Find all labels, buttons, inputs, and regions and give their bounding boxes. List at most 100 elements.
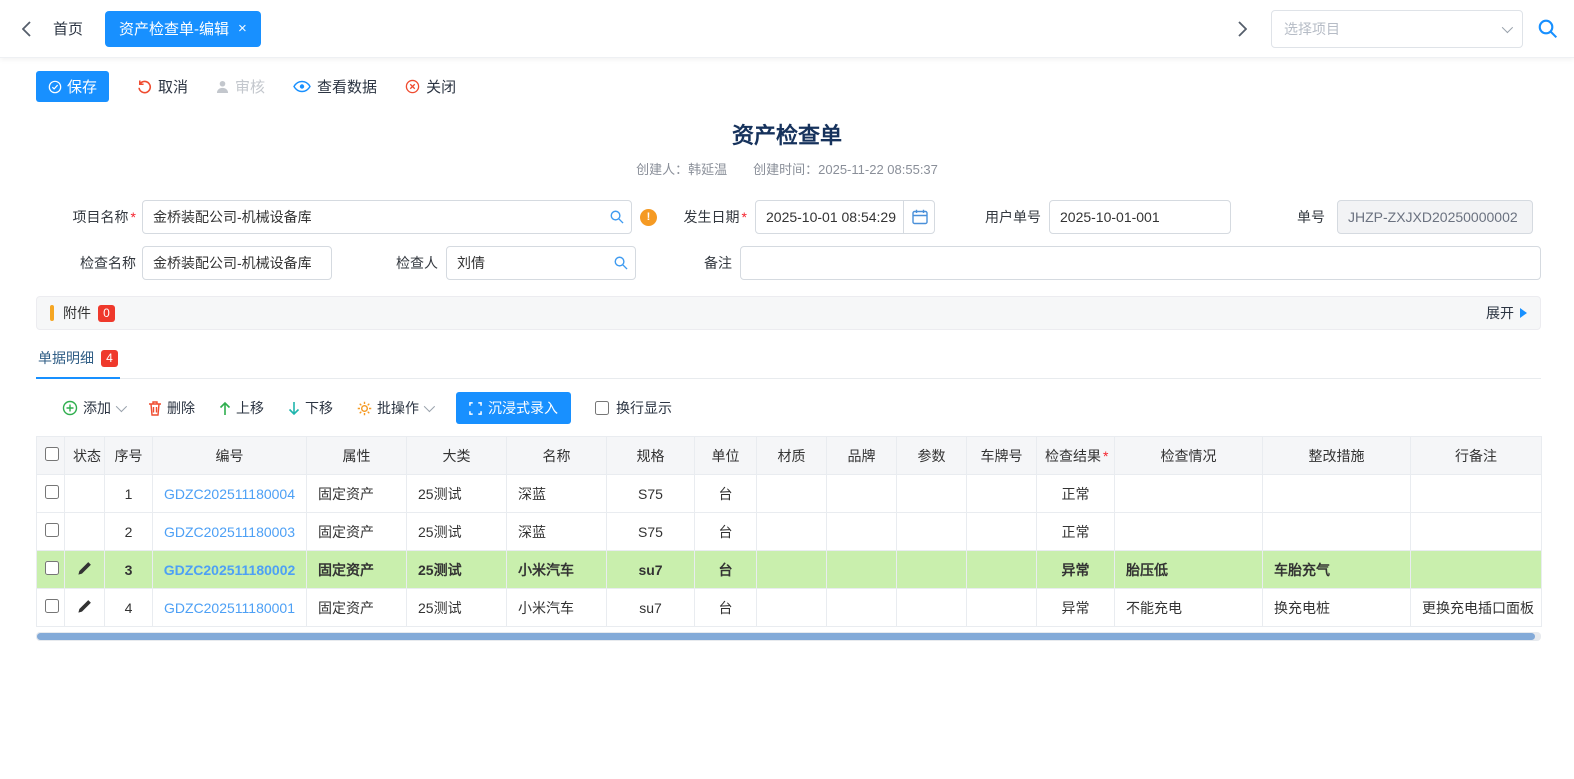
global-search-icon[interactable]: [1537, 18, 1558, 39]
close-button[interactable]: 关闭: [405, 76, 456, 97]
tabs-scroll-right-icon[interactable]: [1232, 17, 1253, 41]
spec-cell: su7: [607, 551, 695, 589]
move-down-button[interactable]: 下移: [288, 398, 333, 418]
project-name-input[interactable]: [142, 200, 632, 234]
immersive-entry-button[interactable]: 沉浸式录入: [456, 392, 571, 424]
material-cell: [757, 475, 827, 513]
form-row-2: 检查名称 检查人 备注: [36, 246, 1541, 280]
arrow-up-icon: [219, 401, 231, 416]
wrap-display-toggle[interactable]: 换行显示: [595, 398, 672, 418]
chevron-down-icon: [424, 401, 435, 412]
person-icon: [216, 80, 229, 94]
code-link[interactable]: GDZC202511180004: [164, 486, 295, 502]
check-name-label: 检查名称: [36, 253, 136, 273]
fullscreen-corners-icon: [469, 402, 482, 415]
col-category: 大类: [407, 437, 507, 475]
code-link[interactable]: GDZC202511180003: [164, 524, 295, 540]
detail-tab-label: 单据明细: [38, 348, 94, 368]
scrollbar-thumb[interactable]: [37, 633, 1535, 640]
code-link[interactable]: GDZC202511180001: [164, 600, 295, 616]
col-spec: 规格: [607, 437, 695, 475]
edit-pencil-icon[interactable]: [77, 599, 92, 614]
row-checkbox[interactable]: [45, 599, 59, 613]
close-circle-icon: [405, 79, 420, 94]
row-checkbox[interactable]: [45, 523, 59, 537]
topbar: 首页 资产检查单-编辑 × 选择项目: [0, 0, 1574, 58]
brand-cell: [827, 475, 897, 513]
move-up-button[interactable]: 上移: [219, 398, 264, 418]
delete-button[interactable]: 删除: [148, 398, 195, 418]
close-label: 关闭: [426, 76, 456, 97]
page-title: 资产检查单: [0, 118, 1574, 150]
col-seq: 序号: [105, 437, 153, 475]
row-remark-cell: [1411, 513, 1542, 551]
attachment-count-badge: 0: [98, 305, 115, 322]
material-cell: [757, 513, 827, 551]
col-situation: 检查情况: [1115, 437, 1263, 475]
result-cell: 正常: [1037, 513, 1115, 551]
situation-cell: 胎压低: [1115, 551, 1263, 589]
seq-cell: 1: [105, 475, 153, 513]
check-name-input[interactable]: [142, 246, 332, 280]
checker-input[interactable]: [446, 246, 636, 280]
checker-label: 检查人: [366, 253, 438, 273]
warning-icon[interactable]: [640, 209, 657, 226]
result-cell: 正常: [1037, 475, 1115, 513]
brand-cell: [827, 551, 897, 589]
tab-home[interactable]: 首页: [53, 18, 83, 39]
col-unit: 单位: [695, 437, 757, 475]
brand-cell: [827, 513, 897, 551]
created-value: 2025-11-22 08:55:37: [818, 162, 938, 177]
status-cell: [65, 551, 105, 589]
wrap-display-checkbox[interactable]: [595, 401, 609, 415]
measure-cell: [1263, 475, 1411, 513]
param-cell: [897, 551, 967, 589]
save-button[interactable]: 保存: [36, 71, 109, 102]
select-all-checkbox[interactable]: [45, 447, 59, 461]
result-cell: 异常: [1037, 589, 1115, 627]
add-button[interactable]: 添加: [62, 398, 124, 418]
batch-operation-button[interactable]: 批操作: [357, 398, 432, 418]
view-data-label: 查看数据: [317, 76, 377, 97]
table-row[interactable]: 4 GDZC202511180001 固定资产 25测试 小米汽车 su7 台 …: [37, 589, 1542, 627]
measure-cell: [1263, 513, 1411, 551]
expand-triangle-icon: [1520, 308, 1527, 318]
name-cell: 小米汽车: [507, 589, 607, 627]
row-checkbox[interactable]: [45, 561, 59, 575]
audit-label: 审核: [235, 76, 265, 97]
table-row-selected[interactable]: 3 GDZC202511180002 固定资产 25测试 小米汽车 su7 台 …: [37, 551, 1542, 589]
search-icon[interactable]: [613, 255, 628, 270]
creator-label: 创建人：: [636, 162, 688, 177]
user-no-input[interactable]: [1049, 200, 1231, 234]
unit-cell: 台: [695, 589, 757, 627]
situation-cell: [1115, 513, 1263, 551]
trash-icon: [148, 400, 162, 416]
attachment-label: 附件: [63, 303, 91, 323]
row-checkbox[interactable]: [45, 485, 59, 499]
tab-detail[interactable]: 单据明细 4: [36, 348, 120, 379]
tab-asset-inspection-edit[interactable]: 资产检查单-编辑 ×: [105, 11, 261, 47]
edit-pencil-icon[interactable]: [77, 561, 92, 576]
row-select-cell: [37, 551, 65, 589]
calendar-icon[interactable]: [903, 200, 935, 234]
tab-close-icon[interactable]: ×: [238, 21, 247, 36]
cancel-button[interactable]: 取消: [137, 76, 188, 97]
tabs-scroll-left-icon[interactable]: [16, 17, 37, 41]
expand-button[interactable]: 展开: [1486, 303, 1527, 323]
material-cell: [757, 551, 827, 589]
audit-button[interactable]: 审核: [216, 76, 265, 97]
remark-input[interactable]: [740, 246, 1541, 280]
search-icon[interactable]: [609, 209, 624, 224]
param-cell: [897, 589, 967, 627]
chevron-down-icon: [1502, 21, 1513, 32]
spec-cell: S75: [607, 475, 695, 513]
view-data-button[interactable]: 查看数据: [293, 76, 377, 97]
table-row[interactable]: 1 GDZC202511180004 固定资产 25测试 深蓝 S75 台 正常: [37, 475, 1542, 513]
code-link[interactable]: GDZC202511180002: [164, 562, 296, 578]
table-row[interactable]: 2 GDZC202511180003 固定资产 25测试 深蓝 S75 台 正常: [37, 513, 1542, 551]
row-select-cell: [37, 513, 65, 551]
project-select[interactable]: 选择项目: [1271, 10, 1523, 48]
code-cell: GDZC202511180002: [153, 551, 307, 589]
check-circle-icon: [48, 80, 62, 94]
doc-no-input: [1337, 200, 1533, 234]
